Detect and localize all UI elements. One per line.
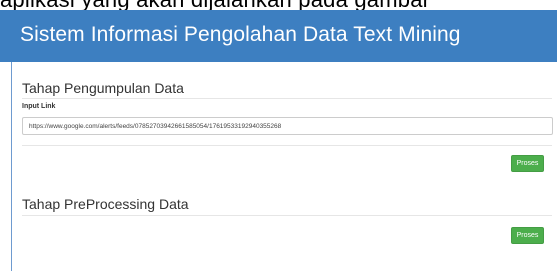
- clipped-caption-text: aplikasi yang akan dijalankan pada gamba…: [0, 0, 430, 10]
- proses-preprocessing-button[interactable]: Proses: [511, 227, 544, 244]
- content-left-border: [11, 62, 12, 271]
- clipped-caption-strip: aplikasi yang akan dijalankan pada gamba…: [0, 0, 557, 10]
- app-title: Sistem Informasi Pengolahan Data Text Mi…: [20, 23, 461, 46]
- section-title-preprocessing: Tahap PreProcessing Data: [22, 196, 189, 212]
- proses-collection-button[interactable]: Proses: [511, 155, 544, 172]
- page: aplikasi yang akan dijalankan pada gamba…: [0, 0, 557, 271]
- divider: [22, 215, 552, 216]
- divider: [22, 145, 552, 146]
- section-title-collection: Tahap Pengumpulan Data: [22, 80, 184, 96]
- input-link-field[interactable]: [22, 117, 553, 135]
- divider: [22, 98, 552, 99]
- input-link-label: Input Link: [22, 103, 56, 110]
- app-header: Sistem Informasi Pengolahan Data Text Mi…: [0, 10, 557, 62]
